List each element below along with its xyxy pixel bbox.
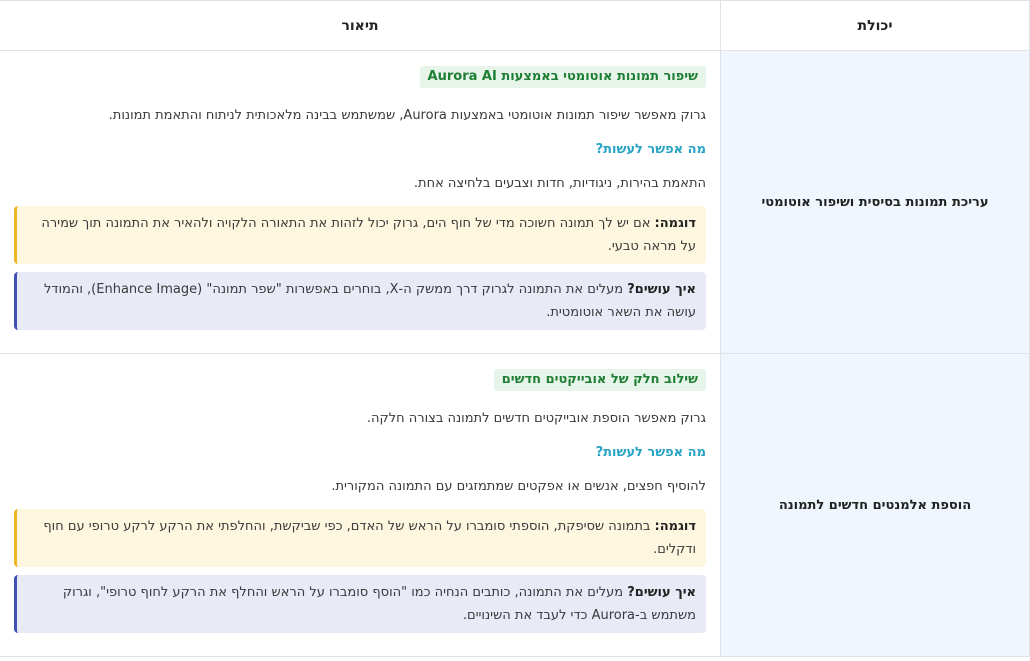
header-description: תיאור <box>0 0 721 51</box>
description-cell: שיפור תמונות אוטומטי באמצעות Aurora AI ג… <box>0 50 721 354</box>
answer-text: התאמת בהירות, ניגודיות, חדות וצבעים בלחי… <box>413 176 706 191</box>
capabilities-table: יכולת תיאור עריכת תמונות בסיסית ושיפור א… <box>0 0 1030 657</box>
example-text: בתמונה שסיפקת, הוספתי סומברו על הראש של … <box>43 519 696 557</box>
header-capability: יכולת <box>720 0 1030 51</box>
capability-cell: הוספת אלמנטים חדשים לתמונה <box>720 353 1030 657</box>
how-box: איך עושים? מעלים את התמונה לגרוק דרך ממש… <box>14 272 706 330</box>
how-text: מעלים את התמונה, כותבים הנחיה כמו "הוסף … <box>62 585 696 623</box>
answer-text: להוסיף חפצים, אנשים או אפקטים שמתמזגים ע… <box>331 479 706 494</box>
question-heading: מה אפשר לעשות? <box>595 445 706 460</box>
intro-text: גרוק מאפשר הוספת אובייקטים חדשים לתמונה … <box>366 411 706 426</box>
feature-tag: שיפור תמונות אוטומטי באמצעות Aurora AI <box>419 66 706 88</box>
example-box: דוגמה: אם יש לך תמונה חשוכה מדי של חוף ה… <box>14 206 706 264</box>
table-row: הוספת אלמנטים חדשים לתמונה שילוב חלק של … <box>0 353 1030 657</box>
how-label: איך עושים? <box>627 282 696 297</box>
question-heading: מה אפשר לעשות? <box>595 142 706 157</box>
how-label: איך עושים? <box>627 585 696 600</box>
example-text: אם יש לך תמונה חשוכה מדי של חוף הים, גרו… <box>41 216 696 254</box>
intro-text: גרוק מאפשר שיפור תמונות אוטומטי באמצעות … <box>108 108 706 123</box>
description-cell: שילוב חלק של אובייקטים חדשים גרוק מאפשר … <box>0 353 721 657</box>
example-box: דוגמה: בתמונה שסיפקת, הוספתי סומברו על ה… <box>14 509 706 567</box>
example-label: דוגמה: <box>654 216 696 231</box>
feature-tag: שילוב חלק של אובייקטים חדשים <box>493 369 706 391</box>
how-box: איך עושים? מעלים את התמונה, כותבים הנחיה… <box>14 575 706 633</box>
how-text: מעלים את התמונה לגרוק דרך ממשק ה-X, בוחר… <box>44 282 696 320</box>
table-header-row: יכולת תיאור <box>0 0 1030 51</box>
table-row: עריכת תמונות בסיסית ושיפור אוטומטי שיפור… <box>0 50 1030 354</box>
example-label: דוגמה: <box>654 519 696 534</box>
capability-cell: עריכת תמונות בסיסית ושיפור אוטומטי <box>720 50 1030 354</box>
